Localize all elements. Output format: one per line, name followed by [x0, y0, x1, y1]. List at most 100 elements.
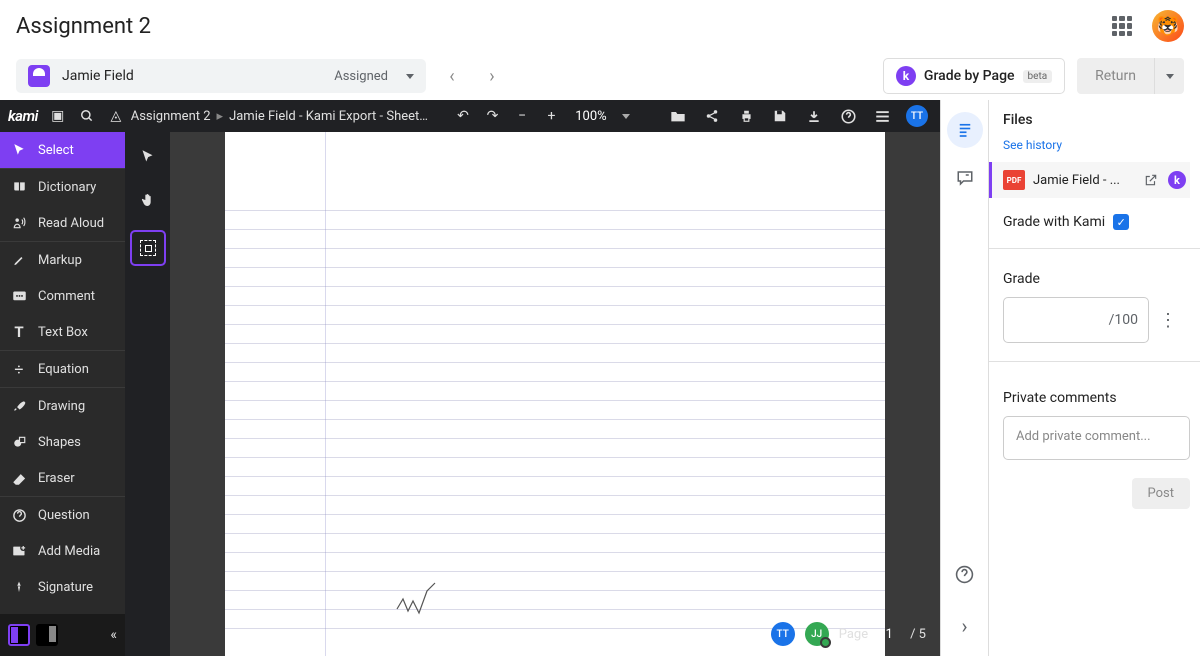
collaborator-tt[interactable]: TT: [771, 622, 795, 646]
tool-dictionary[interactable]: Dictionary: [0, 169, 125, 205]
zoom-dropdown-icon[interactable]: [621, 114, 631, 119]
tool-eraser[interactable]: Eraser: [0, 460, 125, 496]
brush-icon: [10, 397, 28, 415]
zoom-out-icon[interactable]: −: [512, 106, 532, 126]
divide-icon: ÷: [10, 360, 28, 378]
tool-equation[interactable]: ÷ Equation: [0, 351, 125, 387]
pdf-icon: PDF: [1003, 170, 1025, 190]
tool-comment[interactable]: Comment: [0, 278, 125, 314]
kami-editor: kami ▣ ◬ Assignment 2 ▸ Jamie Field - Ka…: [0, 100, 940, 656]
student-name: Jamie Field: [62, 68, 322, 84]
tool-add-media[interactable]: Add Media: [0, 533, 125, 569]
grade-input-box[interactable]: /100: [1003, 297, 1149, 343]
header-bar: Assignment 2 🐯: [0, 0, 1200, 52]
student-bar: Jamie Field Assigned ‹ › k Grade by Page…: [0, 52, 1200, 100]
breadcrumb-assignment[interactable]: Assignment 2: [131, 109, 211, 124]
subtool-area-select[interactable]: [130, 230, 166, 266]
grade-label: Grade: [1003, 271, 1190, 287]
grade-by-page-button[interactable]: k Grade by Page beta: [883, 58, 1065, 94]
kami-tool-sidebar: Select Dictionary Read Aloud Markup: [0, 132, 125, 656]
speaker-icon: [10, 214, 28, 232]
student-avatar-icon: [28, 65, 50, 87]
folder-open-icon[interactable]: [668, 106, 688, 126]
document-canvas[interactable]: TT JJ Page / 5: [170, 132, 940, 656]
collaborator-jj[interactable]: JJ: [805, 622, 829, 646]
tool-read-aloud[interactable]: Read Aloud: [0, 205, 125, 241]
subtool-hand[interactable]: [134, 186, 162, 214]
beta-badge: beta: [1023, 70, 1053, 83]
post-button[interactable]: Post: [1132, 478, 1191, 509]
grade-more-icon[interactable]: ⋮: [1159, 310, 1175, 331]
private-comments-label: Private comments: [1003, 390, 1190, 406]
tool-select[interactable]: Select: [0, 132, 125, 168]
return-dropdown[interactable]: [1154, 58, 1184, 94]
selection-box-icon: [140, 240, 156, 256]
print-icon[interactable]: [736, 106, 756, 126]
redo-icon[interactable]: ↷: [483, 106, 503, 126]
chevron-down-icon: [406, 74, 414, 79]
tool-signature[interactable]: Signature: [0, 569, 125, 605]
undo-icon[interactable]: ↶: [453, 106, 473, 126]
page-total: / 5: [910, 627, 926, 642]
tool-drawing[interactable]: Drawing: [0, 388, 125, 424]
page-footer: TT JJ Page / 5: [771, 622, 926, 646]
page-number-input[interactable]: [878, 627, 900, 642]
return-button[interactable]: Return: [1077, 58, 1154, 94]
file-row[interactable]: PDF Jamie Field - ... k: [989, 162, 1190, 198]
student-status: Assigned: [334, 69, 388, 84]
rail-collapse-button[interactable]: ›: [947, 608, 983, 644]
tool-shapes[interactable]: Shapes: [0, 424, 125, 460]
next-student-button[interactable]: ›: [478, 62, 506, 90]
see-history-link[interactable]: See history: [1003, 138, 1190, 152]
zoom-in-icon[interactable]: +: [542, 106, 562, 126]
subtool-rail: [125, 132, 170, 656]
chevron-right-icon: ▸: [217, 109, 224, 124]
kami-file-icon[interactable]: k: [1168, 171, 1186, 189]
rail-details-button[interactable]: [947, 112, 983, 148]
open-external-icon[interactable]: [1144, 172, 1160, 188]
subtool-pointer[interactable]: [134, 142, 162, 170]
scribble-drawing: [395, 581, 455, 616]
share-icon[interactable]: [702, 106, 722, 126]
search-icon[interactable]: [77, 106, 97, 126]
page-title: Assignment 2: [16, 14, 151, 39]
apps-grid-icon[interactable]: [1112, 16, 1132, 36]
layout-left-toggle[interactable]: [8, 624, 30, 646]
tool-markup[interactable]: Markup: [0, 242, 125, 278]
kami-toolbar: kami ▣ ◬ Assignment 2 ▸ Jamie Field - Ka…: [0, 100, 940, 132]
grade-denominator: /100: [1109, 312, 1138, 328]
private-comment-input[interactable]: Add private comment...: [1003, 416, 1190, 460]
student-selector[interactable]: Jamie Field Assigned: [16, 59, 426, 93]
breadcrumb: ◬ Assignment 2 ▸ Jamie Field - Kami Expo…: [107, 106, 433, 126]
highlighter-icon: [10, 251, 28, 269]
file-name: Jamie Field - ...: [1033, 173, 1136, 188]
book-icon: [10, 178, 28, 196]
tool-text-box[interactable]: T Text Box: [0, 314, 125, 350]
save-icon[interactable]: [770, 106, 790, 126]
shapes-icon: [10, 433, 28, 451]
rail-comments-button[interactable]: [947, 160, 983, 196]
files-title: Files: [1003, 112, 1190, 128]
user-avatar-tt[interactable]: TT: [906, 105, 928, 127]
grade-input[interactable]: [1049, 312, 1109, 328]
drive-icon[interactable]: ◬: [107, 106, 125, 126]
grading-panel: Files See history PDF Jamie Field - ... …: [988, 100, 1200, 656]
panel-toggle-icon[interactable]: ▣: [48, 106, 68, 126]
rail-help-button[interactable]: [947, 556, 983, 592]
download-icon[interactable]: [804, 106, 824, 126]
grade-with-kami-checkbox[interactable]: ✓: [1113, 214, 1129, 230]
prev-student-button[interactable]: ‹: [438, 62, 466, 90]
help-icon[interactable]: [838, 106, 858, 126]
collapse-sidebar-icon[interactable]: «: [110, 627, 117, 643]
zoom-level[interactable]: 100%: [571, 109, 610, 124]
tool-question[interactable]: Question: [0, 497, 125, 533]
signature-icon: [10, 578, 28, 596]
user-avatar[interactable]: 🐯: [1152, 10, 1184, 42]
panel-rail: ›: [940, 100, 988, 656]
layout-right-toggle[interactable]: [36, 624, 58, 646]
kami-logo: kami: [8, 107, 38, 125]
menu-icon[interactable]: [872, 106, 892, 126]
grade-with-kami-label: Grade with Kami: [1003, 214, 1105, 230]
breadcrumb-filename[interactable]: Jamie Field - Kami Export - Sheets of pa: [229, 109, 433, 124]
eraser-icon: [10, 469, 28, 487]
